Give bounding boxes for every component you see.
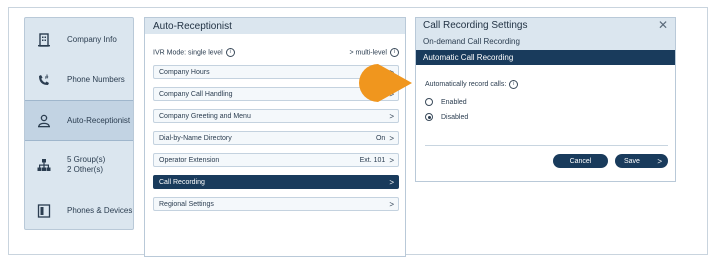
row-label: Dial-by-Name Directory xyxy=(159,134,232,142)
call-recording-settings-panel: Call Recording Settings ✕ On-demand Call… xyxy=(415,17,676,182)
radio-label: Enabled xyxy=(441,98,467,106)
divider xyxy=(425,145,668,146)
ivr-mode-row: IVR Mode: single level i > multi-level i xyxy=(153,46,399,58)
chevron-right-icon: > xyxy=(349,48,354,56)
row-company-greeting[interactable]: Company Greeting and Menu > xyxy=(153,109,399,123)
sidebar-item-company-info[interactable]: Company Info xyxy=(25,20,133,60)
sidebar-item-label: Auto-Receptionist xyxy=(67,115,131,125)
row-label: Company Call Handling xyxy=(159,90,233,98)
svg-text:#: # xyxy=(45,75,49,81)
chevron-right-icon: > xyxy=(657,156,662,166)
ivr-mode-switch[interactable]: > multi-level i xyxy=(349,47,399,57)
row-label: Regional Settings xyxy=(159,200,214,208)
radio-button-selected[interactable] xyxy=(425,113,433,121)
groups-icon xyxy=(37,158,51,172)
sidebar-item-label-group: 5 Group(s) 2 Other(s) xyxy=(67,155,105,175)
sidebar-item-phone-numbers[interactable]: # Phone Numbers xyxy=(25,60,133,100)
radio-label: Disabled xyxy=(441,113,469,121)
radio-button[interactable] xyxy=(425,98,433,106)
callout-pointer-icon xyxy=(359,64,412,102)
auto-record-label: Automatically record calls: xyxy=(425,81,507,88)
sidebar-item-label: Phones & Devices xyxy=(67,206,133,215)
radio-disabled[interactable]: Disabled xyxy=(425,113,468,121)
row-value: On xyxy=(375,134,386,142)
save-button[interactable]: Save > xyxy=(615,154,668,168)
row-label: Call Recording xyxy=(159,178,205,186)
groups-count: 5 Group(s) xyxy=(67,155,106,164)
chevron-right-icon: > xyxy=(389,199,394,209)
sidebar-item-phones-devices[interactable]: Phones & Devices xyxy=(25,191,133,231)
sidebar-item-label: Company Info xyxy=(67,35,117,44)
cancel-button[interactable]: Cancel xyxy=(553,154,608,168)
row-regional-settings[interactable]: Regional Settings > xyxy=(153,197,399,211)
radio-enabled[interactable]: Enabled xyxy=(425,98,467,106)
devices-icon xyxy=(37,204,51,218)
row-value: Ext. 101 xyxy=(359,156,386,164)
row-label: Company Greeting and Menu xyxy=(159,112,251,120)
row-dial-by-name[interactable]: Dial-by-Name Directory On > xyxy=(153,131,399,145)
row-call-recording[interactable]: Call Recording > xyxy=(153,175,399,189)
phone-number-icon: # xyxy=(37,73,51,87)
call-recording-body: Automatically record calls: i Enabled Di… xyxy=(416,65,675,181)
sidebar-item-label: Phone Numbers xyxy=(67,75,125,84)
chevron-right-icon: > xyxy=(389,155,394,165)
auto-record-label-row: Automatically record calls: i xyxy=(425,80,519,89)
info-icon[interactable]: i xyxy=(225,47,235,57)
sidebar-item-auto-receptionist[interactable]: Auto-Receptionist xyxy=(25,100,133,141)
row-operator-extension[interactable]: Operator Extension Ext. 101 > xyxy=(153,153,399,167)
ivr-mode-label: IVR Mode: single level xyxy=(153,48,223,56)
receptionist-icon xyxy=(37,114,51,128)
info-icon[interactable]: i xyxy=(509,80,519,89)
chevron-right-icon: > xyxy=(389,133,394,143)
sidebar-nav: Company Info # Phone Numbers Auto-Recept… xyxy=(24,17,134,230)
auto-receptionist-panel: Auto-Receptionist IVR Mode: single level… xyxy=(144,17,406,257)
on-demand-recording-link[interactable]: On-demand Call Recording xyxy=(423,37,520,46)
close-icon[interactable]: ✕ xyxy=(658,18,668,32)
row-label: Operator Extension xyxy=(159,156,220,164)
chevron-right-icon: > xyxy=(389,177,394,187)
panel-title: Auto-Receptionist xyxy=(153,21,232,32)
save-label: Save xyxy=(624,157,640,165)
row-label: Company Hours xyxy=(159,68,210,76)
chevron-right-icon: > xyxy=(389,111,394,121)
others-count: 2 Other(s) xyxy=(67,165,104,174)
building-icon xyxy=(37,33,51,47)
ivr-mode-label-wrap: IVR Mode: single level i xyxy=(153,47,235,57)
ivr-mode-value: multi-level xyxy=(355,48,387,56)
info-icon[interactable]: i xyxy=(390,47,399,57)
section-header: Automatic Call Recording xyxy=(416,50,675,65)
sidebar-item-groups[interactable]: 5 Group(s) 2 Other(s) xyxy=(25,143,133,187)
panel-title: Call Recording Settings xyxy=(423,20,528,31)
